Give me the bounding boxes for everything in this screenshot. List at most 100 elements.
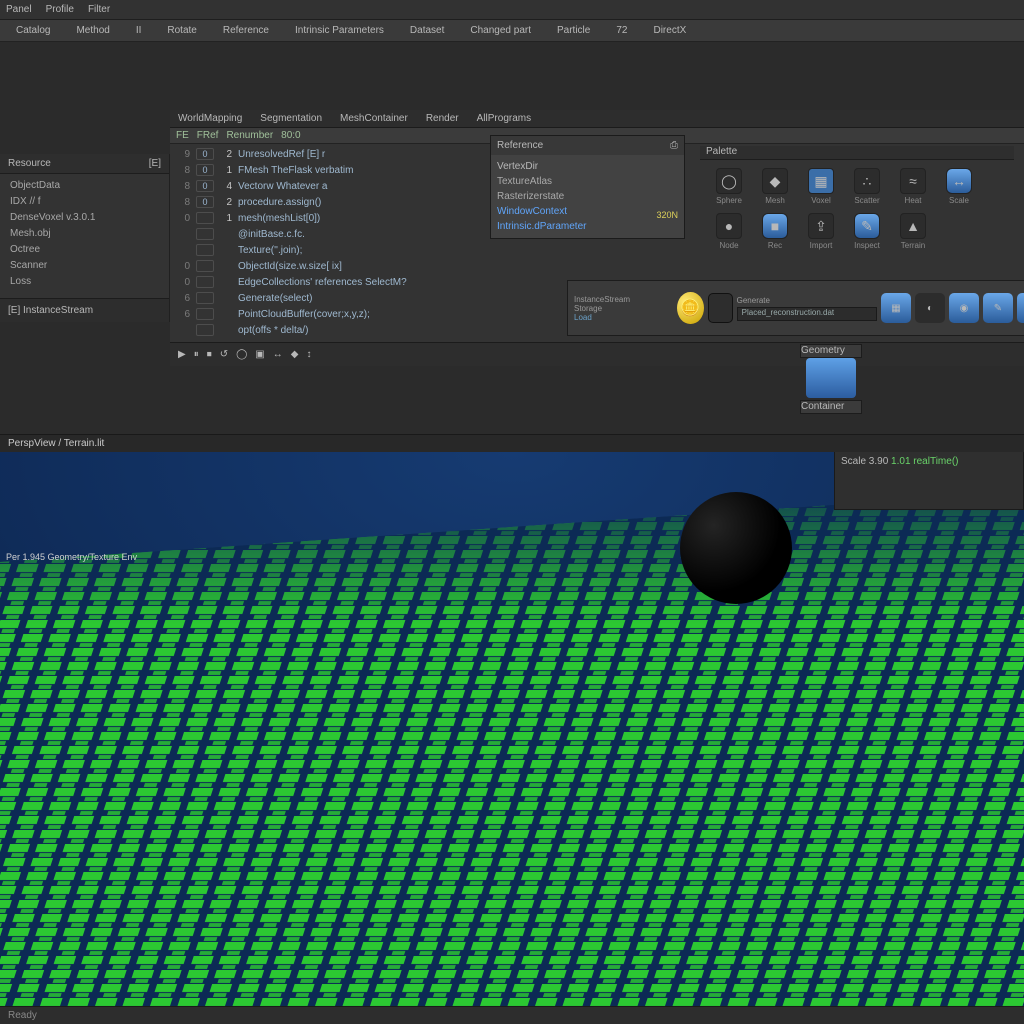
strip-icon-4[interactable]: ◯ [1017,293,1024,323]
sphere-icon[interactable]: ◯ [716,168,742,194]
tab-catalog[interactable]: Catalog [10,23,56,38]
transport-bar: ▶ ⏸ ⏹ ↺ ◯ ▣ ↔ ◆ ↕ [170,342,1024,366]
menu-profile[interactable]: Profile [46,4,74,15]
transport-btn-4[interactable]: ◯ [236,349,247,360]
tool-rec[interactable]: ■Rec [756,213,794,250]
workspace: WorldMapping Segmentation MeshContainer … [170,110,1024,366]
wtab-meshcontainer[interactable]: MeshContainer [340,113,408,124]
tab-count: 72 [610,23,633,38]
status-text: Ready [8,1010,37,1021]
strip-left-val[interactable]: Load [574,313,673,322]
tool-mesh[interactable]: ◆Mesh [756,168,794,205]
tool-voxel[interactable]: ▦Voxel [802,168,840,205]
tab-directx[interactable]: DirectX [647,23,692,38]
viewport-3d[interactable]: this.scene.poll() 64|51 | Fmrt (raw.terr… [0,452,1024,1006]
strip-icon-0[interactable]: ▦ [881,293,911,323]
popup-icon[interactable]: ⎙ [670,138,678,153]
coin-icon[interactable]: 🪙 [677,292,703,324]
top-menu-bar: Panel Profile Filter [0,0,1024,20]
node-icon[interactable]: ● [716,213,742,239]
tab-dataset[interactable]: Dataset [404,23,450,38]
strip-icon-1[interactable]: ◐ [915,293,945,323]
tool-sphere[interactable]: ◯Sphere [710,168,748,205]
transport-btn-0[interactable]: ▶ [178,349,186,360]
folder-bot-label: Container [800,400,862,414]
transport-btn-1[interactable]: ⏸ [194,349,199,360]
tool-scatter[interactable]: ∴Scatter [848,168,886,205]
list-col-renum: Renumber [226,130,273,141]
voxel-icon[interactable]: ▦ [808,168,834,194]
sidebar-item[interactable]: Scanner [10,258,161,274]
tool-inspect[interactable]: ✎Inspect [848,213,886,250]
mesh-icon[interactable]: ◆ [762,168,788,194]
tab-changed[interactable]: Changed part [464,23,537,38]
tab-rotate[interactable]: Rotate [161,23,202,38]
reference-popup[interactable]: Reference ⎙ VertexDirTextureAtlasRasteri… [490,135,685,239]
folder-widget[interactable]: Geometry Container [800,342,874,408]
sidebar: Resource [E] ObjectDataIDX // fDenseVoxe… [0,154,170,322]
list-col-ratio: 80:0 [281,130,300,141]
instance-strip: InstanceStream Storage Load 🪙 Generate P… [567,280,1024,336]
wtab-allprograms[interactable]: AllPrograms [477,113,531,124]
ribbon-tabs: Catalog Method II Rotate Reference Intri… [0,20,1024,42]
popup-line[interactable]: WindowContext [497,204,678,219]
sidebar-toggle[interactable]: [E] [149,158,161,169]
thumb-icon[interactable] [708,293,733,323]
wtab-segmentation[interactable]: Segmentation [260,113,322,124]
tab-ii[interactable]: II [130,23,148,38]
tool-heat[interactable]: ≈Heat [894,168,932,205]
transport-btn-2[interactable]: ⏹ [207,349,212,360]
strip-left-label: InstanceStream [574,295,673,304]
tool-import[interactable]: ⇪Import [802,213,840,250]
transport-btn-8[interactable]: ↕ [306,349,311,360]
sidebar-item[interactable]: IDX // f [10,194,161,210]
transport-btn-5[interactable]: ▣ [255,349,264,360]
inspect-icon[interactable]: ✎ [854,213,880,239]
tool-palette: Palette ◯Sphere◆Mesh▦Voxel∴Scatter≈Heat↔… [700,146,1014,276]
terrain-icon[interactable]: ▲ [900,213,926,239]
sphere-object[interactable] [680,492,792,604]
menu-filter[interactable]: Filter [88,4,110,15]
scatter-icon[interactable]: ∴ [854,168,880,194]
heat-icon[interactable]: ≈ [900,168,926,194]
wtab-render[interactable]: Render [426,113,459,124]
rec-icon[interactable]: ■ [762,213,788,239]
tab-method[interactable]: Method [70,23,115,38]
tool-palette-title: Palette [700,146,1014,160]
wtab-worldmapping[interactable]: WorldMapping [178,113,242,124]
sidebar-item[interactable]: Loss [10,274,161,290]
list-col-fe: FE [176,130,189,141]
import-icon[interactable]: ⇪ [808,213,834,239]
transport-btn-6[interactable]: ↔ [273,349,283,360]
sidebar-item[interactable]: ObjectData [10,178,161,194]
popup-line[interactable]: TextureAtlas [497,174,678,189]
strip-path-input[interactable]: Placed_reconstruction.dat [737,307,877,321]
workspace-tabs: WorldMapping Segmentation MeshContainer … [170,110,1024,128]
folder-icon[interactable] [806,358,856,398]
tab-particle[interactable]: Particle [551,23,596,38]
sidebar-item[interactable]: DenseVoxel v.3.0.1 [10,210,161,226]
popup-line[interactable]: VertexDir [497,159,678,174]
strip-icon-2[interactable]: ◉ [949,293,979,323]
popup-line[interactable]: Intrinsic.dParameter [497,219,678,234]
strip-mid-label: Generate [737,296,877,305]
scale-icon[interactable]: ↔ [946,168,972,194]
viewport-bar: PerspView / Terrain.lit [0,434,1024,452]
strip-icon-3[interactable]: ✎ [983,293,1013,323]
viewport-label[interactable]: PerspView / Terrain.lit [8,438,104,449]
sidebar-item[interactable]: Mesh.obj [10,226,161,242]
transport-btn-3[interactable]: ↺ [220,349,228,360]
status-bar: Ready [0,1006,1024,1024]
vpstat-l4: Scale 3.90 [841,456,888,467]
tool-terrain[interactable]: ▲Terrain [894,213,932,250]
tab-intrinsic[interactable]: Intrinsic Parameters [289,23,390,38]
footer-instance[interactable]: [E] InstanceStream [8,305,93,316]
sidebar-item[interactable]: Octree [10,242,161,258]
transport-btn-7[interactable]: ◆ [291,349,299,360]
tab-reference[interactable]: Reference [217,23,275,38]
tool-scale[interactable]: ↔Scale [940,168,978,205]
tool-node[interactable]: ●Node [710,213,748,250]
terrain-surface [0,452,1024,1006]
menu-panel[interactable]: Panel [6,4,32,15]
popup-line[interactable]: Rasterizerstate [497,189,678,204]
